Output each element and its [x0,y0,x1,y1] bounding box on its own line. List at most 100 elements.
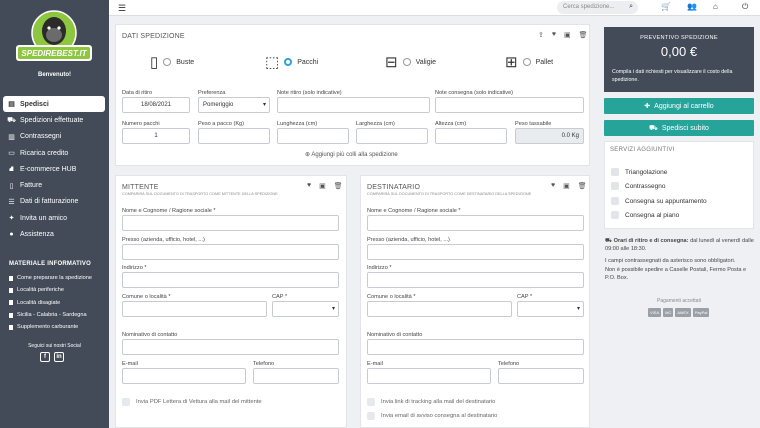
upload-icon[interactable]: ⇪ [538,31,544,39]
servizio-label: Contrassegno [625,182,666,190]
mittente-cap-select[interactable] [272,301,339,317]
destinatario-indirizzo-field[interactable] [367,272,584,288]
save-icon[interactable]: ▣ [563,182,570,190]
checkbox-label: Invia email di avviso consegna al destin… [381,413,498,419]
heart-icon[interactable]: ♥ [307,182,311,190]
home-icon[interactable]: ⌂ [713,2,718,11]
sidebar-item-assistenza[interactable]: ● Assistenza [3,226,105,242]
checkbox[interactable] [611,182,619,190]
trash-icon[interactable]: 🗑 [578,182,587,190]
note-ritiro-field[interactable] [277,97,430,113]
materiale-link[interactable]: Località periferiche [9,284,107,296]
checkbox[interactable] [367,412,375,420]
logo[interactable]: SPEDIREBEST.IT [14,5,94,70]
sidebar-item-label: Contrassegni [20,133,62,141]
sidebar-item-contrassegni[interactable]: ▥ Contrassegni [3,129,105,145]
servizio-appuntamento[interactable]: Consegna su appuntamento [611,197,707,205]
sidebar-item-label: Assistenza [20,231,54,239]
sidebar-item-spedisci[interactable]: ▤ Spedisci [3,96,105,113]
mittente-email-field[interactable] [122,368,246,384]
package-option-pallet[interactable]: ⊞ Pallet [505,53,553,71]
destinatario-comune-field[interactable] [367,301,512,317]
search-input[interactable]: Cerca spedizione... ⌕ [557,1,638,14]
users-icon[interactable]: 👥 [687,2,697,11]
checkbox[interactable] [611,211,619,219]
materiale-link[interactable]: Supplemento carburante [9,321,107,333]
mittente-nominativo-field[interactable] [122,339,339,355]
radio-pacchi[interactable] [284,58,293,66]
envelope-icon: ▯ [150,54,159,71]
materiale-link[interactable]: Sicilia - Calabria - Sardegna [9,309,107,321]
heart-icon[interactable]: ♥ [552,31,556,39]
help-icon: ● [9,231,14,239]
plus-icon: ✚ [644,103,651,110]
checkbox-label: Invia link di tracking alla mail del des… [381,399,496,405]
save-icon[interactable]: ▣ [319,182,326,190]
visa-icon: VISA [648,308,662,317]
checkbox[interactable] [611,168,619,176]
data-ritiro-field[interactable]: 18/08/2021 [122,97,190,113]
radio-buste[interactable] [163,58,172,66]
preventivo-box: PREVENTIVO SPEDIZIONE 0,00 € Compila i d… [604,27,754,92]
truck-icon: ⛟ [605,238,614,244]
hamburger-menu-icon[interactable]: ☰ [118,3,126,14]
destinatario-nome-field[interactable] [367,215,584,231]
truck-icon: ⛟ [649,124,658,132]
destinatario-presso-field[interactable] [367,244,584,260]
destinatario-telefono-field[interactable] [498,368,584,384]
package-option-pacchi[interactable]: ⬚ Pacchi [265,53,318,71]
heart-icon[interactable]: ♥ [551,182,555,190]
mittente-indirizzo-field[interactable] [122,272,339,288]
add-to-cart-button[interactable]: ✚ Aggiungi al carrello [604,98,754,114]
facebook-icon[interactable]: f [40,352,50,362]
mittente-nome-field[interactable] [122,215,339,231]
materiale-list: Come preparare la spedizione Località pe… [9,272,107,333]
checkbox[interactable] [367,398,375,406]
logout-icon[interactable]: ⏻ [742,2,748,12]
lunghezza-field[interactable] [277,128,349,144]
mittente-telefono-field[interactable] [253,368,339,384]
trash-icon[interactable]: 🗑 [334,182,343,190]
radio-pallet[interactable] [522,58,531,66]
destinatario-cap-select[interactable] [517,301,584,317]
pallet-icon: ⊞ [505,54,518,71]
larghezza-field[interactable] [356,128,428,144]
peso-field[interactable] [198,128,270,144]
package-option-valigie[interactable]: ⊟ Valigie [385,53,436,71]
destinatario-email-field[interactable] [367,368,491,384]
destinatario-tracking-checkbox[interactable]: Invia link di tracking alla mail del des… [367,398,495,406]
mittente-presso-field[interactable] [122,244,339,260]
sidebar-item-invita-amico[interactable]: ✦ Invita un amico [3,210,105,226]
checkbox[interactable] [611,197,619,205]
materiale-link[interactable]: Località disagiate [9,297,107,309]
destinatario-nominativo-field[interactable] [367,339,584,355]
radio-valigie[interactable] [402,58,411,66]
destinatario-avviso-checkbox[interactable]: Invia email di avviso consegna al destin… [367,412,497,420]
mittente-comune-field[interactable] [122,301,267,317]
note-consegna-field[interactable] [435,97,584,113]
save-icon[interactable]: ▣ [564,31,571,39]
servizio-piano[interactable]: Consegna al piano [611,211,679,219]
cart-icon[interactable]: 🛒 [661,2,671,11]
numero-pacchi-field[interactable]: 1 [122,128,190,144]
card-actions: ⇪ ♥ ▣ 🗑 [538,31,588,39]
altezza-field[interactable] [435,128,507,144]
destinatario-title: DESTINATARIO [367,184,421,191]
trash-icon[interactable]: 🗑 [579,31,588,39]
package-option-buste[interactable]: ▯ Buste [150,53,194,71]
preferenza-select[interactable]: Pomeriggio [198,97,270,113]
sidebar-item-ecommerce-hub[interactable]: ⛘ E-commerce HUB [3,161,105,177]
mittente-pdf-checkbox[interactable]: Invia PDF Lettera di Vettura alla mail d… [122,398,262,406]
servizio-triangolazione[interactable]: Triangolazione [611,168,667,176]
servizio-label: Consegna su appuntamento [625,197,707,205]
sidebar-item-dati-fatturazione[interactable]: ☰ Dati di fatturazione [3,194,105,210]
ship-now-button[interactable]: ⛟ Spedisci subito [604,120,754,136]
materiale-link[interactable]: Come preparare la spedizione [9,272,107,284]
checkbox[interactable] [122,398,130,406]
sidebar-item-spedizioni-effettuate[interactable]: ⛟ Spedizioni effettuate [3,112,105,128]
servizio-contrassegno[interactable]: Contrassegno [611,182,665,190]
sidebar-item-fatture[interactable]: ▯ Fatture [3,177,105,193]
linkedin-icon[interactable]: in [54,352,64,362]
add-more-button[interactable]: ⊕ Aggiungi più colli alla spedizione [305,151,398,158]
sidebar-item-ricarica-credito[interactable]: ▭ Ricarica credito [3,145,105,161]
